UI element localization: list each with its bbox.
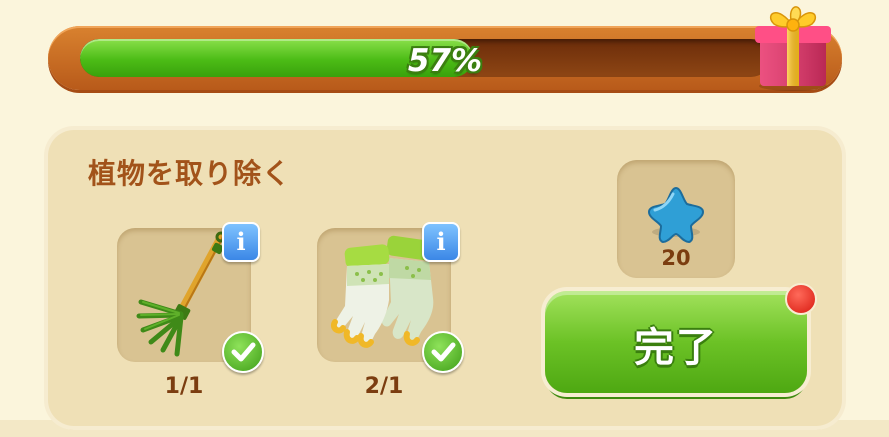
progress-track <box>80 39 770 77</box>
progress-bar: 57% <box>48 26 842 90</box>
task-title: 植物を取り除く <box>88 157 292 190</box>
task-panel: 植物を取り除く i 1/1 i 2/1 20 完了 <box>48 130 842 426</box>
item-complete-check-icon <box>422 331 464 373</box>
gift-box-icon[interactable] <box>752 0 834 92</box>
item-complete-check-icon <box>222 331 264 373</box>
reward-amount: 20 <box>661 246 691 270</box>
item-info-button-rake[interactable]: i <box>222 222 260 262</box>
notification-dot <box>785 283 817 315</box>
blue-star-icon <box>647 186 705 244</box>
complete-button-label: 完了 <box>634 325 718 371</box>
reward-slot: 20 <box>617 160 735 278</box>
item-count-rake: 1/1 <box>164 374 204 399</box>
item-info-button-gloves[interactable]: i <box>422 222 460 262</box>
complete-button[interactable]: 完了 <box>545 283 817 393</box>
progress-fill <box>80 39 474 77</box>
item-count-gloves: 2/1 <box>364 374 404 399</box>
